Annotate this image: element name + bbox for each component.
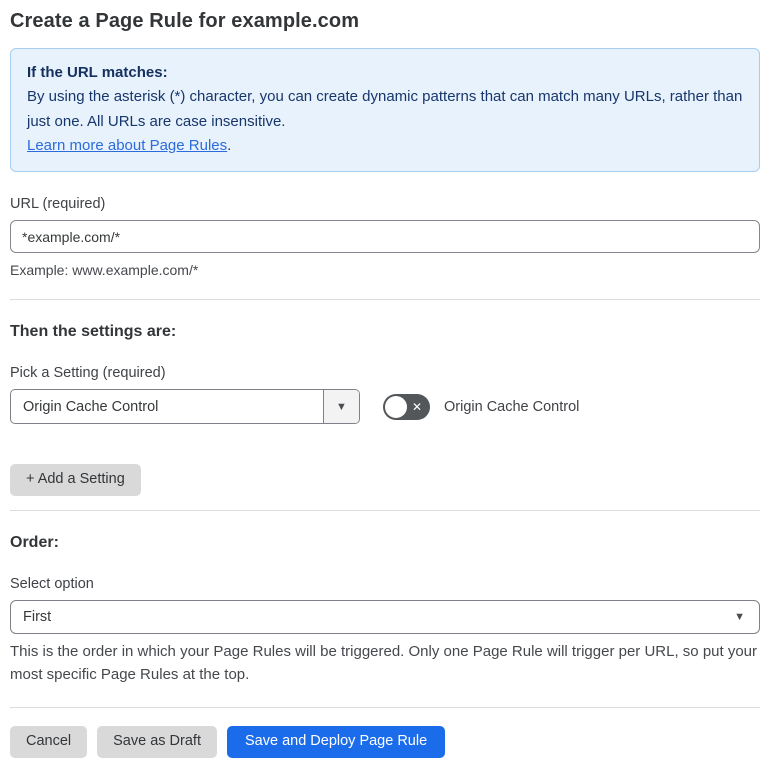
save-draft-button[interactable]: Save as Draft xyxy=(97,725,217,758)
page-rule-form: Create a Page Rule for example.com If th… xyxy=(0,0,770,758)
url-field-label: URL (required) xyxy=(10,196,106,213)
save-deploy-button[interactable]: Save and Deploy Page Rule xyxy=(226,725,446,758)
link-period: . xyxy=(227,136,232,154)
page-title: Create a Page Rule for example.com xyxy=(10,10,360,32)
learn-more-link[interactable]: Learn more about Page Rules xyxy=(27,137,227,154)
add-setting-button[interactable]: + Add a Setting xyxy=(10,464,141,497)
divider xyxy=(10,706,760,708)
order-heading: Order: xyxy=(10,534,59,552)
toggle-off-x-icon: ✕ xyxy=(411,399,422,414)
cancel-button[interactable]: Cancel xyxy=(10,725,88,758)
settings-heading: Then the settings are: xyxy=(10,323,177,341)
url-input[interactable] xyxy=(10,220,760,254)
chevron-down-icon: ▼ xyxy=(734,611,745,624)
info-box-body: By using the asterisk (*) character, you… xyxy=(27,88,743,130)
origin-cache-control-toggle[interactable]: ✕ xyxy=(383,393,430,420)
footer-actions: Cancel Save as Draft Save and Deploy Pag… xyxy=(10,725,760,758)
pick-setting-label: Pick a Setting (required) xyxy=(10,365,166,382)
divider xyxy=(10,510,760,512)
url-example-helper: Example: www.example.com/* xyxy=(10,262,199,279)
url-match-info-box: If the URL matches: By using the asteris… xyxy=(10,48,760,173)
divider xyxy=(10,299,760,301)
setting-row: Origin Cache Control ▼ ✕ Origin Cache Co… xyxy=(10,389,760,425)
info-box-heading: If the URL matches: xyxy=(27,64,168,81)
info-box-link-line: Learn more about Page Rules. xyxy=(27,134,743,158)
select-option-label: Select option xyxy=(10,576,94,593)
chevron-down-icon: ▼ xyxy=(336,400,347,413)
toggle-knob xyxy=(385,395,407,418)
setting-dropdown[interactable]: Origin Cache Control ▼ xyxy=(10,389,360,425)
order-select[interactable]: First ▼ xyxy=(10,600,760,635)
order-select-value: First xyxy=(23,609,52,626)
toggle-label: Origin Cache Control xyxy=(444,398,580,415)
setting-dropdown-value: Origin Cache Control xyxy=(23,398,159,415)
setting-dropdown-arrow-button[interactable]: ▼ xyxy=(323,390,359,424)
order-helper-text: This is the order in which your Page Rul… xyxy=(10,643,758,684)
